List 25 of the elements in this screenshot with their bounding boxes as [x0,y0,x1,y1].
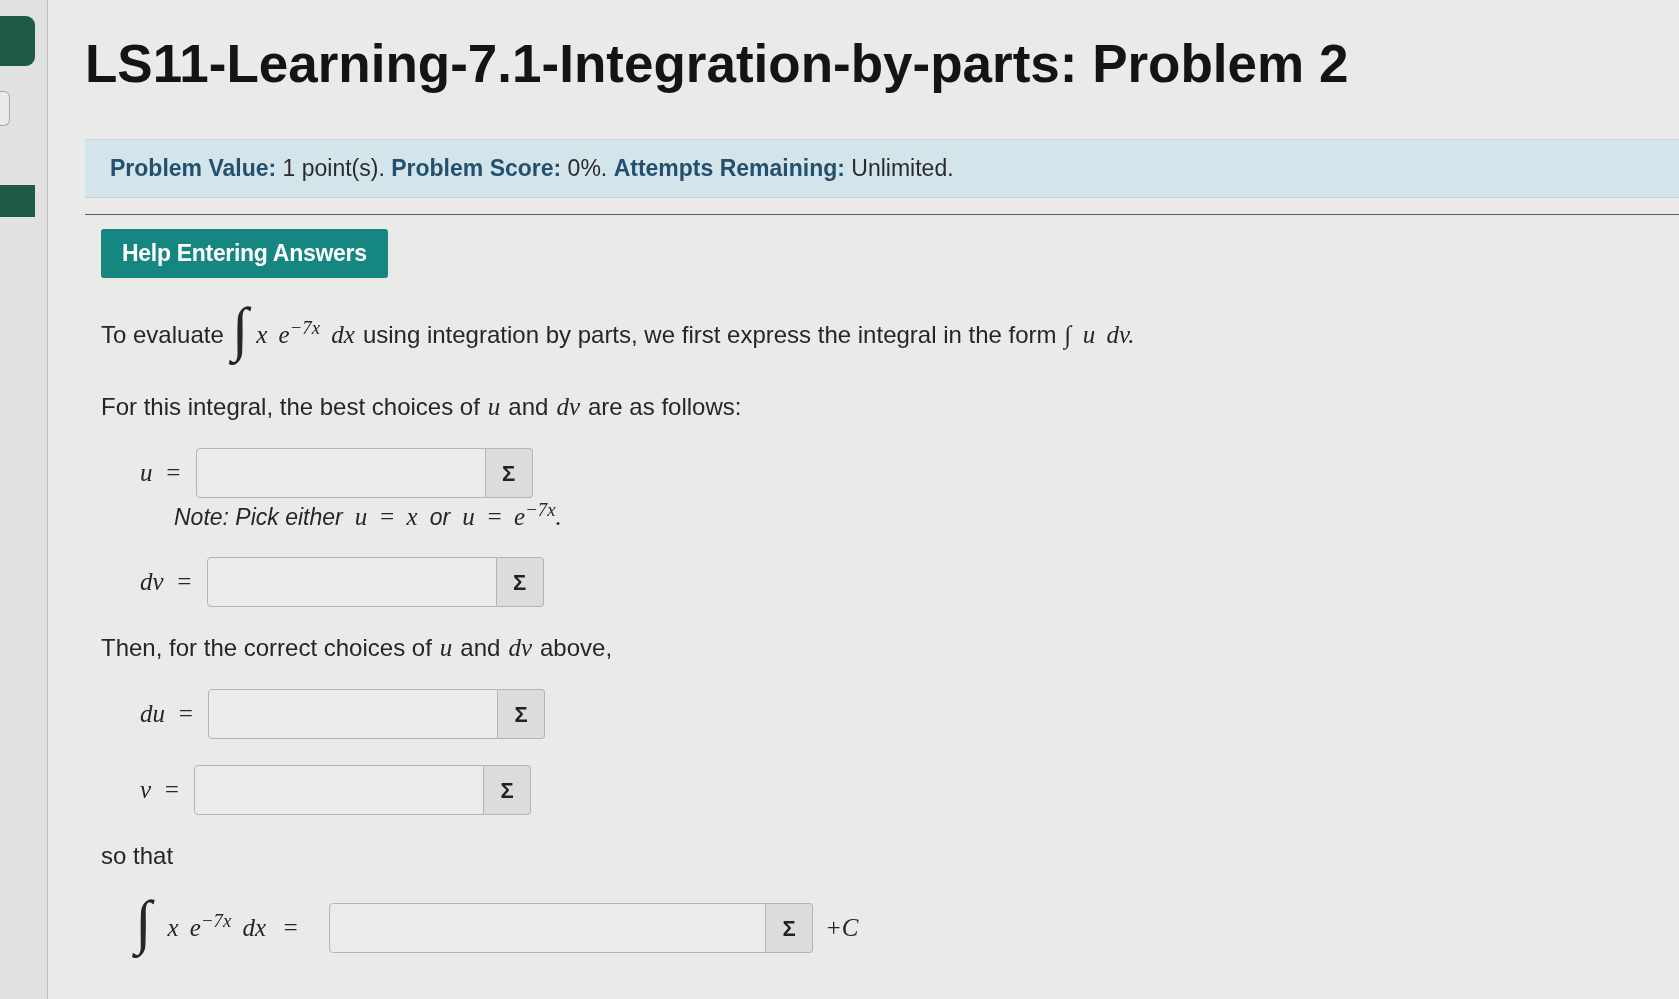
answer-label: v = [140,775,181,806]
help-button[interactable]: Help Entering Answers [101,229,388,278]
answer-label: du = [140,699,195,730]
constant-text: +C [825,913,859,944]
answer-label: dv = [140,567,193,598]
answer-field[interactable] [208,689,499,739]
answer-field[interactable] [206,557,497,607]
answer-field[interactable] [329,903,766,953]
question-text: For this integral, the best choices of u and dv are as follows: [101,392,742,422]
formula-button[interactable]: Σ [498,689,546,739]
answer-field[interactable] [194,765,485,815]
problem-info-text: Problem Value: 1 point(s). Problem Score: 0%. Attempts Remaining: Unlimited. [110,154,954,184]
page-title: LS11-Learning-7.1-Integration-by-parts: Problem 2 [85,33,1350,95]
formula-button[interactable]: Σ [766,903,813,953]
formula-button[interactable]: Σ [485,448,533,498]
formula-button[interactable]: Σ [484,765,532,815]
question-text: so that [101,841,174,871]
note-text: Note: Pick either u = x or u = e$^{−7x}$. [174,503,562,531]
question-text: Then, for the correct choices of u and dv above, [101,633,613,663]
answer-label: u = [140,458,182,489]
formula-button[interactable]: Σ [496,557,544,607]
sidebar-tab-icon [0,16,35,66]
answer-field[interactable] [195,448,486,498]
sidebar-square-icon [0,185,35,217]
question-text: To evaluate∫x e$^{−7x}$ dx using integration by parts, we first express the integral in the form ∫ u dv. [101,304,1135,366]
